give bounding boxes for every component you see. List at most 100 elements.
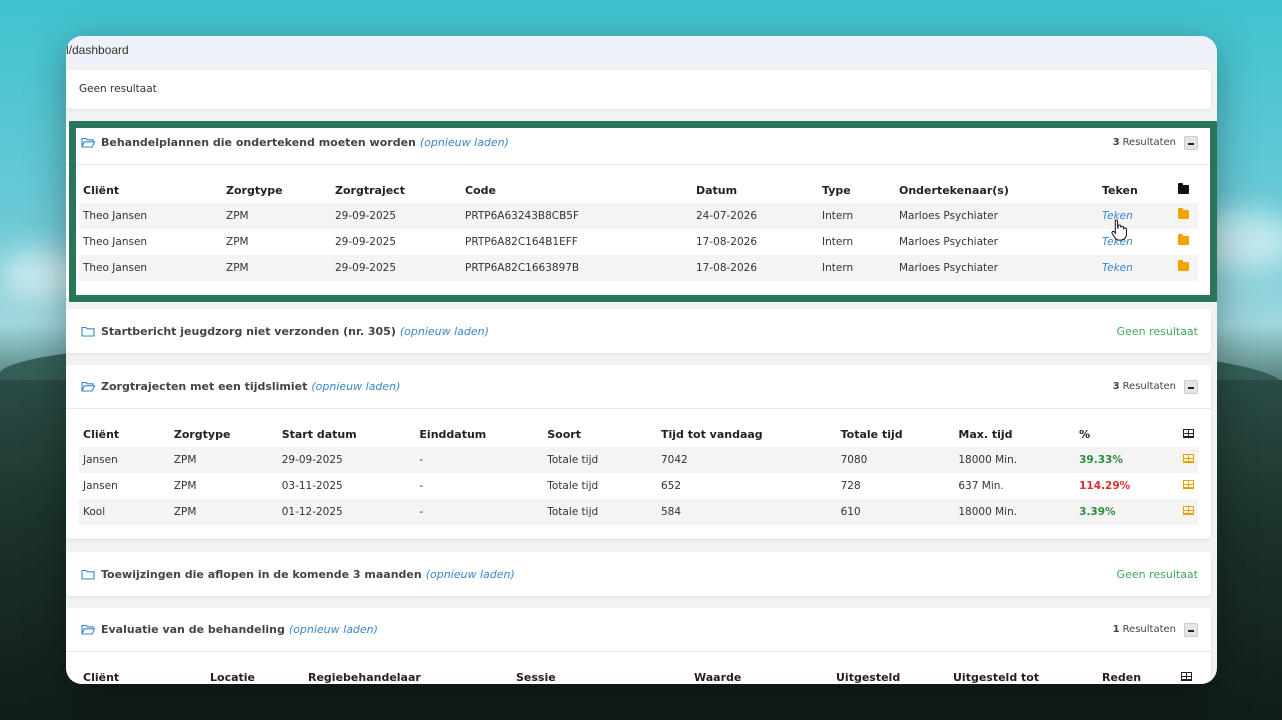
column-header: Zorgtraject: [335, 183, 405, 197]
address-bar[interactable]: l/dashboard: [66, 36, 1217, 64]
url-text: l/dashboard: [66, 43, 129, 57]
cell-max-tijd: 18000 Min.: [954, 447, 1076, 473]
no-result-status: Geen resultaat: [1116, 324, 1198, 338]
cell-code: PRTP6A82C164B1EFF: [465, 236, 578, 248]
cell-type: Intern: [822, 236, 854, 248]
column-header: Datum: [696, 183, 738, 197]
cell-soort: Totale tijd: [547, 480, 599, 492]
table-row[interactable]: Theo Jansen ZPM 29-09-2025 PRTP6A82C164B…: [79, 229, 1198, 255]
column-header: Cliënt: [83, 183, 120, 197]
reload-link[interactable]: (opnieuw laden): [289, 623, 378, 636]
panel-header: Zorgtrajecten met een tijdslimiet (opnie…: [66, 365, 1211, 409]
cell-einddatum: -: [415, 499, 544, 525]
folder-open-icon: [81, 624, 95, 635]
cell-max-tijd: 18000 Min.: [954, 499, 1076, 525]
cell-percentage: 3.39%: [1075, 499, 1179, 525]
column-header: Uitgesteld: [836, 670, 901, 684]
column-header: Uitgesteld tot: [953, 670, 1040, 684]
cell-ondertekenaar: Marloes Psychiater: [899, 236, 998, 248]
cell-start-datum: 29-09-2025: [277, 447, 416, 473]
evaluatie-table: Cliënt Locatie Regiebehandelaar Sessie W…: [79, 664, 1198, 684]
table-column-header: [1177, 664, 1198, 684]
column-header: Sessie: [516, 670, 556, 684]
column-header: Soort: [547, 427, 581, 441]
table-row[interactable]: Kool ZPM 01-12-2025 - Totale tijd 584 61…: [79, 499, 1198, 525]
result-count-number: 3: [1112, 137, 1120, 148]
table-header-row: Cliënt Zorgtype Zorgtraject Code Datum T…: [79, 177, 1198, 203]
cell-code: PRTP6A82C1663897B: [461, 255, 692, 281]
cell-type: Intern: [818, 203, 895, 229]
cell-max-tijd: 637 Min.: [958, 480, 1004, 492]
panel-evaluatie: Evaluatie van de behandeling (opnieuw la…: [66, 608, 1211, 684]
result-count: 1 Resultaten: [1112, 622, 1198, 637]
cell-start-datum: 01-12-2025: [277, 499, 416, 525]
table-container: Cliënt Zorgtype Zorgtraject Code Datum T…: [66, 165, 1211, 291]
panel-title: Evaluatie van de behandeling (opnieuw la…: [81, 623, 378, 636]
result-count-label: Resultaten: [1122, 137, 1176, 148]
cell-tijd-tot-vandaag: 584: [657, 499, 837, 525]
panel-title: Behandelplannen die ondertekend moeten w…: [81, 136, 509, 149]
reload-link[interactable]: (opnieuw laden): [420, 136, 509, 149]
cell-client: Jansen: [79, 447, 170, 473]
cell-start-datum: 03-11-2025: [281, 480, 343, 492]
table-row[interactable]: Theo Jansen ZPM 29-09-2025 PRTP6A82C1663…: [79, 255, 1198, 281]
folder-icon[interactable]: [1178, 234, 1189, 245]
cell-totale-tijd: 610: [836, 499, 955, 525]
column-header: Reden: [1102, 670, 1142, 684]
panel-header: Toewijzingen die aflopen in de komende 3…: [66, 552, 1211, 596]
folder-icon[interactable]: [1178, 208, 1189, 219]
result-count-label: Resultaten: [1122, 624, 1176, 635]
cell-code: PRTP6A63243B8CB5F: [461, 203, 692, 229]
reload-link[interactable]: (opnieuw laden): [311, 380, 400, 393]
cell-zorgtraject: 29-09-2025: [331, 255, 461, 281]
cell-tijd-tot-vandaag: 7042: [657, 447, 837, 473]
column-header: Regiebehandelaar: [308, 670, 421, 684]
panel-startbericht: Startbericht jeugdzorg niet verzonden (n…: [66, 309, 1211, 353]
table-icon: [1183, 428, 1194, 438]
collapse-button[interactable]: [1184, 135, 1198, 150]
cell-ondertekenaar: Marloes Psychiater: [895, 255, 1098, 281]
cell-zorgtype: ZPM: [222, 203, 331, 229]
folder-icon: [1178, 182, 1189, 194]
folder-icon[interactable]: [1178, 260, 1189, 271]
panel-title-text: Behandelplannen die ondertekend moeten w…: [101, 136, 416, 149]
table-row[interactable]: Jansen ZPM 29-09-2025 - Totale tijd 7042…: [79, 447, 1198, 473]
panel-title-text: Evaluatie van de behandeling: [101, 623, 285, 636]
column-header: Zorgtype: [226, 183, 283, 197]
cell-ondertekenaar: Marloes Psychiater: [895, 203, 1098, 229]
cell-datum: 17-08-2026: [696, 236, 758, 248]
cell-client: Theo Jansen: [79, 203, 222, 229]
cell-tijd-tot-vandaag: 652: [661, 480, 682, 492]
column-header: Ondertekenaar(s): [899, 183, 1009, 197]
cell-soort: Totale tijd: [543, 499, 657, 525]
cell-client: Jansen: [83, 480, 118, 492]
reload-link[interactable]: (opnieuw laden): [426, 568, 515, 581]
column-header: Waarde: [694, 670, 742, 684]
table-icon: [1181, 671, 1192, 681]
collapse-button[interactable]: [1184, 622, 1198, 637]
table-row[interactable]: Jansen ZPM 03-11-2025 - Totale tijd 652 …: [79, 473, 1198, 499]
table-header-row: Cliënt Locatie Regiebehandelaar Sessie W…: [79, 664, 1198, 684]
teken-link[interactable]: Teken: [1102, 262, 1133, 274]
table-container: Cliënt Zorgtype Start datum Einddatum So…: [66, 409, 1211, 535]
result-count: 3 Resultaten: [1112, 135, 1198, 150]
table-icon[interactable]: [1183, 506, 1194, 515]
browser-window: l/dashboard Geen resultaat Behandelplann…: [66, 36, 1217, 684]
collapse-button[interactable]: [1184, 379, 1198, 394]
column-header: Cliënt: [83, 670, 120, 684]
result-count-number: 1: [1112, 624, 1120, 635]
column-header: Cliënt: [83, 427, 120, 441]
table-column-header: [1179, 421, 1198, 447]
folder-closed-icon: [81, 326, 95, 337]
table-icon[interactable]: [1183, 480, 1194, 489]
reload-link[interactable]: (opnieuw laden): [400, 325, 489, 338]
panel-title-text: Zorgtrajecten met een tijdslimiet: [101, 380, 308, 393]
table-row[interactable]: Theo Jansen ZPM 29-09-2025 PRTP6A63243B8…: [79, 203, 1198, 229]
no-result-text: Geen resultaat: [79, 83, 157, 95]
column-header: %: [1079, 427, 1091, 441]
table-icon[interactable]: [1183, 454, 1194, 463]
panel-behandelplannen: Behandelplannen die ondertekend moeten w…: [66, 121, 1211, 299]
panel-zorgtrajecten: Zorgtrajecten met een tijdslimiet (opnie…: [66, 365, 1211, 539]
cell-zorgtraject: 29-09-2025: [335, 236, 397, 248]
cell-zorgtype: ZPM: [222, 255, 331, 281]
